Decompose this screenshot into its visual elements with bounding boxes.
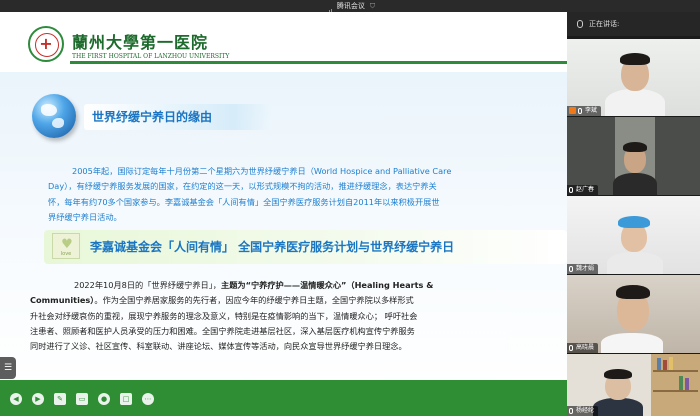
paragraph-theme: 2022年10月8日的「世界纾缓宁养日」，主题为“宁养疗护——温情暖众心”（He… xyxy=(30,278,567,354)
participant-name: 杨经纶 xyxy=(567,406,599,416)
paragraph-origin: 2005年起，国际订定每年十月份第二个星期六为世界纾缓宁养日（World Hos… xyxy=(48,164,567,225)
text-bold: Communities） xyxy=(30,295,95,306)
signal-icon xyxy=(324,3,333,15)
text-normal: 。作为全国宁养居家服务的先行者，因应今年的纾缓宁养日主题，全国宁养院以多样形式 xyxy=(94,295,414,306)
card-text: love xyxy=(60,251,72,257)
shape-icon[interactable]: □ xyxy=(120,393,132,405)
video-tile[interactable]: 魏才娟 xyxy=(567,196,700,274)
paragraph-line: 注患者、照顾者和医护人员承受的压力和困难。全国宁养院走进基层社区，深入基层医疗机… xyxy=(30,325,415,336)
mic-icon xyxy=(578,107,582,114)
header-divider xyxy=(70,61,567,64)
subtitle-banner: ♥ love 李嘉诚基金会「人间有情」 全国宁养医疗服务计划与世界纾缓宁养日 xyxy=(44,230,567,264)
speaking-label: 正在讲话: xyxy=(589,20,620,28)
mic-icon xyxy=(569,186,573,193)
hospital-logo xyxy=(28,26,64,62)
list-icon[interactable]: ☰ xyxy=(0,357,16,379)
participant-panel: 正在讲话: 李斌 赵广春 魏才娟 高晓晨 杨经纶 xyxy=(567,12,700,416)
more-icon[interactable]: ⋯ xyxy=(142,393,154,405)
heart-icon: ♥ xyxy=(61,237,73,252)
prev-icon[interactable]: ◀ xyxy=(10,393,22,405)
title-bar: 腾讯会议 ⛉ xyxy=(0,0,700,15)
mic-icon xyxy=(569,407,573,414)
paragraph-line: 2005年起，国际订定每年十月份第二个星期六为世界纾缓宁养日（World Hos… xyxy=(72,166,452,176)
banner-title: 李嘉诚基金会「人间有情」 全国宁养医疗服务计划与世界纾缓宁养日 xyxy=(90,240,455,254)
paragraph-line: 升社会对纾缓哀伤的重视，展现宁养服务的理念及意义，特别是在疫情影响的当下，温情暖… xyxy=(30,310,418,321)
section-title: 世界纾缓宁养日的缘由 xyxy=(84,104,272,130)
paragraph-line: 界纾缓宁养日活动。 xyxy=(48,211,122,222)
shield-icon[interactable]: ⛉ xyxy=(370,0,375,12)
video-tile[interactable]: 李斌 xyxy=(567,39,700,116)
paragraph-line: Communities）。作为全国宁养居家服务的先行者，因应今年的纾缓宁养日主题… xyxy=(30,293,567,308)
next-icon[interactable]: ▶ xyxy=(32,393,44,405)
speaking-indicator: 正在讲话: xyxy=(567,12,700,36)
pen-icon[interactable]: ✎ xyxy=(54,393,66,405)
paragraph-line: 怀，每年有约70多个国家参与。李嘉诚基金会「人间有情」全国宁养医疗服务计划自20… xyxy=(48,196,440,207)
globe-icon xyxy=(32,94,76,138)
paragraph-line: 同时进行了义诊、社区宣传、科室联动、讲座论坛、媒体宣传等活动，向民众宣导世界纾缓… xyxy=(30,341,407,352)
video-tile[interactable]: 杨经纶 xyxy=(567,354,700,416)
shared-slide: 蘭州大學第一医院 THE FIRST HOSPITAL OF LANZHOU U… xyxy=(0,12,567,416)
participant-name: 魏才娟 xyxy=(567,264,599,274)
paragraph-line: Day），有纾缓宁养服务发展的国家，在约定的这一天，以形式规模不拘的活动，推进纾… xyxy=(48,181,437,192)
text-normal: 2022年10月8日的「世界纾缓宁养日」， xyxy=(74,280,221,290)
mic-icon xyxy=(569,265,573,272)
host-icon xyxy=(569,107,576,114)
participant-name: 高晓晨 xyxy=(567,343,599,353)
meeting-window: 腾讯会议 ⛉ 蘭州大學第一医院 THE FIRST HOSPITAL OF LAN… xyxy=(0,0,700,416)
slide-header: 蘭州大學第一医院 THE FIRST HOSPITAL OF LANZHOU U… xyxy=(0,12,567,67)
hospital-name-english: THE FIRST HOSPITAL OF LANZHOU UNIVERSITY xyxy=(72,53,230,60)
heart-card-icon: ♥ love xyxy=(52,233,80,259)
slide-body: 世界纾缓宁养日的缘由 2005年起，国际订定每年十月份第二个星期六为世界纾缓宁养… xyxy=(0,72,567,392)
mic-icon xyxy=(577,20,583,28)
text-bold: 主题为“宁养疗护——温情暖众心”（Healing Hearts & xyxy=(221,280,434,290)
participant-name: 李斌 xyxy=(567,106,602,116)
laser-icon[interactable]: ● xyxy=(98,393,110,405)
video-tile[interactable]: 赵广春 xyxy=(567,117,700,195)
eraser-icon[interactable]: ▭ xyxy=(76,393,88,405)
paragraph-line: 2022年10月8日的「世界纾缓宁养日」，主题为“宁养疗护——温情暖众心”（He… xyxy=(30,278,567,293)
bookshelf xyxy=(651,354,700,416)
video-tile[interactable]: 高晓晨 xyxy=(567,275,700,353)
app-title: 腾讯会议 xyxy=(336,2,365,10)
mic-icon xyxy=(569,344,573,351)
hospital-name: 蘭州大學第一医院 xyxy=(72,33,209,52)
participant-name: 赵广春 xyxy=(567,185,599,195)
